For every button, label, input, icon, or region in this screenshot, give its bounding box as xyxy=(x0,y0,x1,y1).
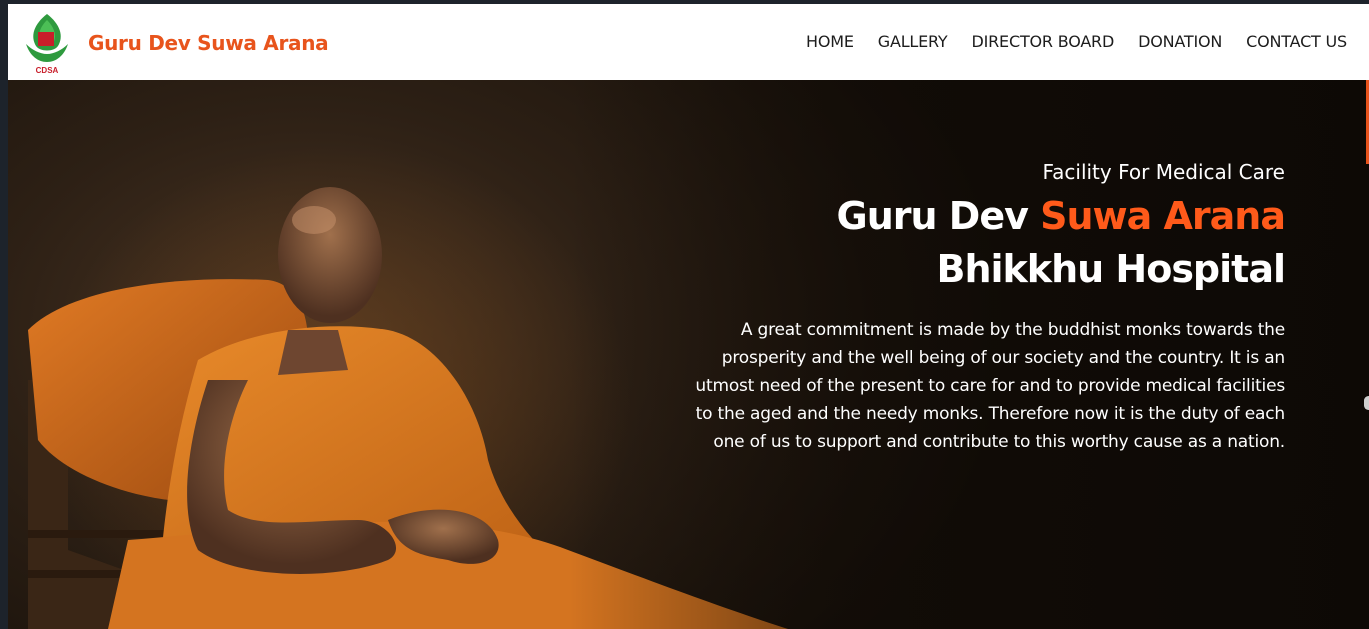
nav-home[interactable]: HOME xyxy=(794,32,866,51)
nav-donation[interactable]: DONATION xyxy=(1126,32,1234,51)
hero-title-accent: Suwa Arana xyxy=(1040,194,1286,238)
hero-title: Guru Dev Suwa Arana Bhikkhu Hospital xyxy=(685,190,1286,296)
carousel-handle[interactable] xyxy=(1364,396,1369,410)
logo[interactable]: CDSA xyxy=(24,10,70,76)
lotus-hands-logo-icon: CDSA xyxy=(26,14,68,75)
hero-copy: Facility For Medical Care Guru Dev Suwa … xyxy=(685,160,1286,456)
window-left-border xyxy=(0,0,8,629)
hero-eyebrow: Facility For Medical Care xyxy=(1042,160,1285,184)
nav-contact-us[interactable]: CONTACT US xyxy=(1234,32,1359,51)
logo-text: CDSA xyxy=(36,66,59,75)
hero-description: A great commitment is made by the buddhi… xyxy=(695,320,1285,452)
hero-banner: Facility For Medical Care Guru Dev Suwa … xyxy=(8,80,1369,629)
nav-gallery[interactable]: GALLERY xyxy=(866,32,960,51)
hero-title-part1: Guru Dev xyxy=(836,194,1041,238)
nav-director-board[interactable]: DIRECTOR BOARD xyxy=(960,32,1127,51)
site-header: CDSA Guru Dev Suwa Arana HOME GALLERY DI… xyxy=(8,4,1369,80)
hero-title-line2: Bhikkhu Hospital xyxy=(936,247,1286,291)
main-nav: HOME GALLERY DIRECTOR BOARD DONATION CON… xyxy=(794,32,1359,51)
brand-name[interactable]: Guru Dev Suwa Arana xyxy=(88,31,329,55)
